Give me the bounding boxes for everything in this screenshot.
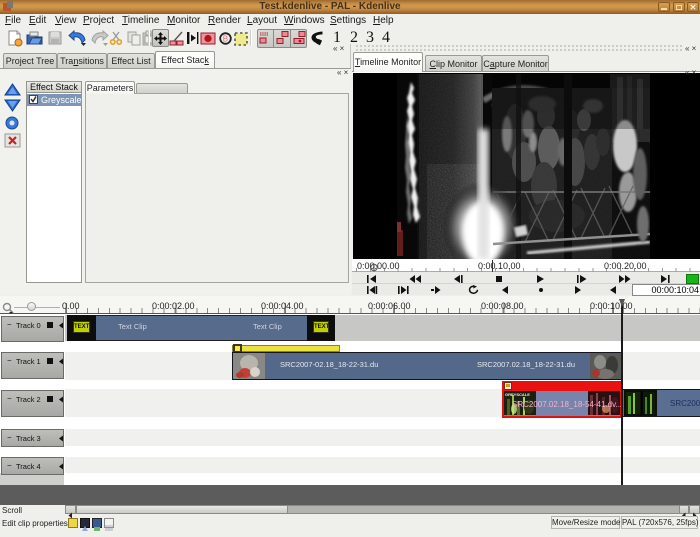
svg-text:B: B — [223, 35, 228, 44]
